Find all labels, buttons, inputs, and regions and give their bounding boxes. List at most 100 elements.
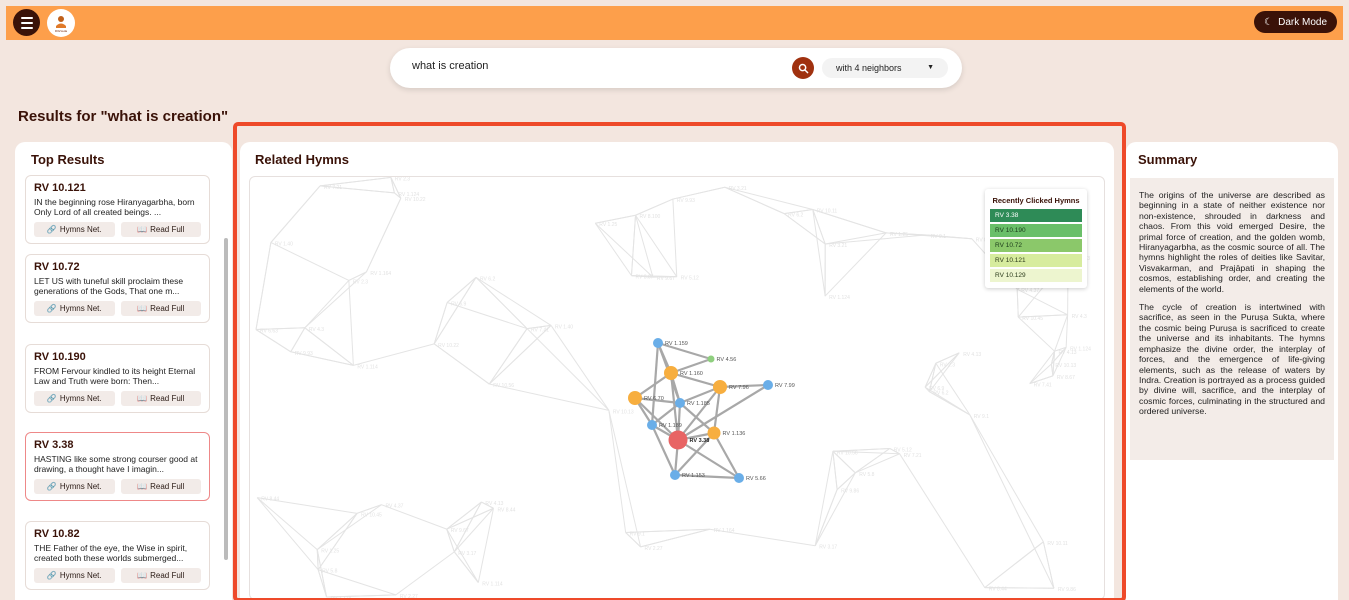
recent-hymn-item[interactable]: RV 3.38 xyxy=(990,209,1082,222)
recent-hymn-item[interactable]: RV 10.129 xyxy=(990,269,1082,282)
result-card[interactable]: RV 10.82 THE Father of the eye, the Wise… xyxy=(25,521,210,590)
hymn-network-graph[interactable]: RV 9.1 RV 2.3 RV 6.2 RV 1.25 RV 4.13 RV 8.44 R… xyxy=(249,176,1105,600)
background-node-label: RV 4.37 xyxy=(1021,288,1039,294)
book-icon: 📖 xyxy=(137,394,148,403)
summary-box: The origins of the universe are describe… xyxy=(1130,178,1334,460)
hymns-net-button[interactable]: 🔗 Hymns Net. xyxy=(34,479,115,494)
recently-clicked-legend: Recently Clicked Hymns RV 3.38 RV 10.190 R… xyxy=(985,189,1087,288)
background-node-label: RV 1.114 xyxy=(482,582,503,588)
result-card-active[interactable]: RV 3.38 HASTING like some strong courser… xyxy=(25,432,210,501)
background-node-label: RV 6.2 xyxy=(480,276,495,282)
background-edge xyxy=(1029,363,1052,384)
background-edge xyxy=(317,513,358,571)
background-node-label: RV 1.164 xyxy=(370,271,391,277)
background-node-label: RV 10.11 xyxy=(1047,541,1068,547)
recent-hymn-item[interactable]: RV 10.121 xyxy=(990,254,1082,267)
result-card[interactable]: RV 10.190 FROM Fervour kindled to its he… xyxy=(25,344,210,413)
background-node-label: RV 4.37 xyxy=(385,504,403,510)
result-card[interactable]: RV 10.121 IN the beginning rose Hiranyag… xyxy=(25,175,210,244)
background-edge xyxy=(453,501,482,553)
link-icon: 🔗 xyxy=(46,571,57,580)
background-node-label: RV 1.25 xyxy=(599,222,617,228)
recent-hymn-item[interactable]: RV 10.72 xyxy=(990,239,1082,252)
background-node-label: RV 8.44 xyxy=(261,497,279,503)
network-svg[interactable]: RV 9.1RV 2.3RV 6.2RV 1.25RV 4.13RV 8.44R… xyxy=(250,177,1105,600)
dark-mode-button[interactable]: ☾ Dark Mode xyxy=(1254,11,1337,33)
hymns-net-button[interactable]: 🔗 Hymns Net. xyxy=(34,301,115,316)
hymn-node[interactable] xyxy=(670,470,680,480)
hymn-node[interactable] xyxy=(763,380,773,390)
background-node-label: RV 2.3 xyxy=(940,362,955,368)
hymn-node[interactable] xyxy=(668,430,688,450)
hymns-net-button[interactable]: 🔗 Hymns Net. xyxy=(34,391,115,406)
background-node-label: RV 6.9 xyxy=(451,302,466,308)
background-node-label: RV 7.21 xyxy=(324,185,342,191)
background-node-label: RV 9.1 xyxy=(630,531,645,537)
read-full-button[interactable]: 📖 Read Full xyxy=(120,301,201,316)
result-card-id: RV 3.38 xyxy=(34,439,74,451)
background-node-label: RV 6.63 xyxy=(260,329,278,335)
background-edge xyxy=(899,453,986,588)
background-edge xyxy=(475,276,552,326)
read-full-button[interactable]: 📖 Read Full xyxy=(120,479,201,494)
hymn-node-label: RV 6.70 xyxy=(644,396,664,402)
neighbors-select[interactable]: with 4 neighbors ▼ xyxy=(822,58,948,78)
background-node-label: RV 9.86 xyxy=(841,489,859,495)
dark-mode-label: Dark Mode xyxy=(1278,16,1327,28)
background-edge xyxy=(526,328,610,411)
top-results-list[interactable]: RV 10.121 IN the beginning rose Hiranyag… xyxy=(25,172,225,600)
hymns-net-button[interactable]: 🔗 Hymns Net. xyxy=(34,222,115,237)
background-node-label: RV 1.124 xyxy=(398,192,419,198)
background-edge xyxy=(630,215,637,276)
hymn-node[interactable] xyxy=(653,338,663,348)
background-edge xyxy=(488,325,552,385)
background-node-label: RV 10.22 xyxy=(405,197,426,203)
read-full-button[interactable]: 📖 Read Full xyxy=(120,222,201,237)
background-node-label: RV 1.124 xyxy=(829,295,850,301)
hymn-node[interactable] xyxy=(707,426,721,440)
app-logo[interactable]: RIGVeda xyxy=(47,9,75,37)
hymn-node[interactable] xyxy=(707,355,715,363)
background-node-label: RV 10.11 xyxy=(817,208,838,214)
background-edge xyxy=(814,489,838,546)
result-card-text: LET US with tuneful skill proclaim these… xyxy=(34,276,184,296)
background-node-label: RV 1.124 xyxy=(331,596,352,600)
background-edge xyxy=(477,508,494,583)
background-node-label: RV 4.3 xyxy=(1072,314,1087,320)
menu-line-icon xyxy=(20,21,33,24)
hymn-node[interactable] xyxy=(664,366,678,380)
background-node-label: RV 1.114 xyxy=(357,364,378,370)
background-node-label: RV 7.41 xyxy=(531,328,549,334)
recently-clicked-title: Recently Clicked Hymns xyxy=(992,196,1080,205)
read-full-button[interactable]: 📖 Read Full xyxy=(120,391,201,406)
hymn-node[interactable] xyxy=(675,398,685,408)
hymns-net-button[interactable]: 🔗 Hymns Net. xyxy=(34,568,115,583)
hymn-node-label: RV 3.38 xyxy=(690,438,710,444)
search-input[interactable] xyxy=(412,60,772,72)
hymn-node[interactable] xyxy=(734,473,744,483)
link-icon: 🔗 xyxy=(46,225,57,234)
background-node-label: RV 2.3 xyxy=(395,177,410,182)
hymn-node[interactable] xyxy=(628,391,642,405)
summary-paragraph: The cycle of creation is intertwined wit… xyxy=(1139,302,1325,417)
recent-hymn-item[interactable]: RV 10.190 xyxy=(990,224,1082,237)
search-button[interactable] xyxy=(792,57,814,79)
background-node-label: RV 2.27 xyxy=(645,546,663,552)
background-edge xyxy=(969,414,1055,589)
background-edge xyxy=(488,328,528,385)
top-results-scrollbar[interactable] xyxy=(224,238,228,560)
hymn-node-label: RV 1.159 xyxy=(665,341,688,347)
background-edge xyxy=(594,222,632,276)
hymn-node[interactable] xyxy=(713,380,727,394)
result-card[interactable]: RV 10.72 LET US with tuneful skill procl… xyxy=(25,254,210,323)
background-node-label: RV 5.12 xyxy=(681,276,699,282)
result-card-text: IN the beginning rose Hiranyagarbha, bor… xyxy=(34,197,195,217)
hamburger-menu-button[interactable] xyxy=(13,9,40,36)
background-node-label: RV 3.21 xyxy=(729,186,747,192)
hymn-node-label: RV 1.185 xyxy=(687,401,710,407)
read-full-button[interactable]: 📖 Read Full xyxy=(120,568,201,583)
background-node-label: RV 9.93 xyxy=(677,198,695,204)
background-node-label: RV 9.67 xyxy=(451,528,469,534)
hymn-node[interactable] xyxy=(647,420,657,430)
background-edge xyxy=(433,302,448,345)
